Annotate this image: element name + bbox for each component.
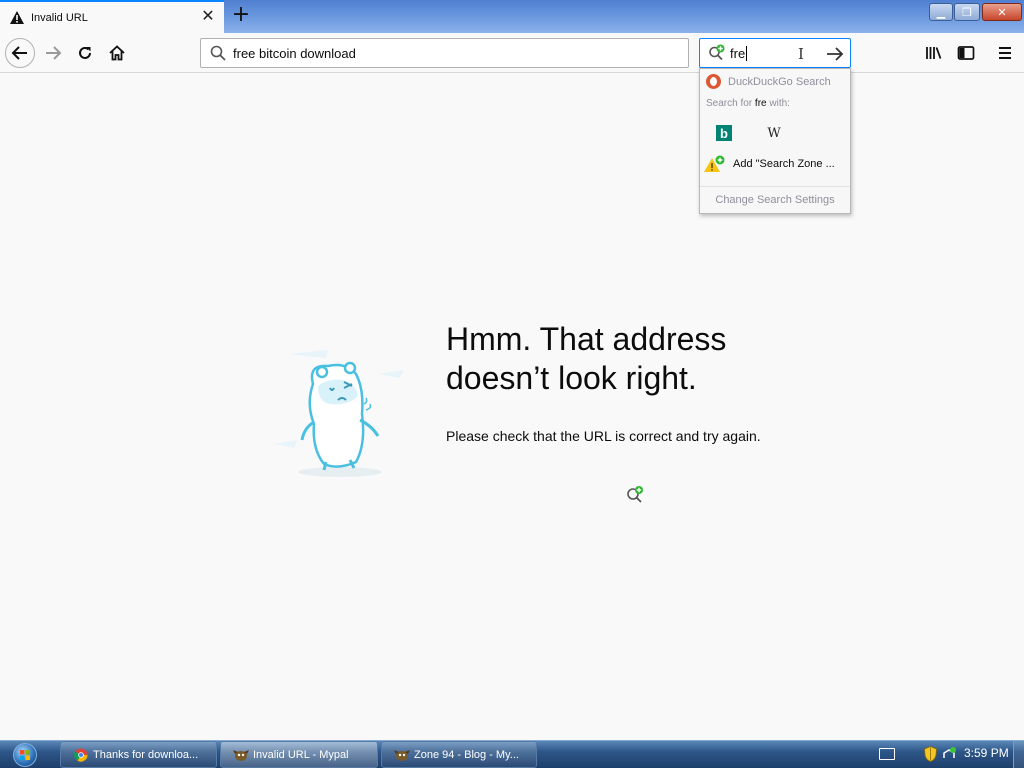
taskbar-item-chrome[interactable]: Thanks for downloa... xyxy=(60,741,217,768)
navigation-toolbar: free bitcoin download fre I xyxy=(0,33,1024,73)
search-go-button[interactable] xyxy=(826,45,844,63)
close-tab-icon[interactable]: ✕ xyxy=(201,8,215,24)
chrome-icon xyxy=(73,747,89,763)
mypal-icon xyxy=(394,747,410,763)
maximize-button[interactable]: ❐ xyxy=(954,3,980,21)
close-icon: ✕ xyxy=(997,5,1007,19)
sidebar-button[interactable] xyxy=(951,38,981,68)
reload-icon xyxy=(79,46,91,59)
text-cursor-icon: I xyxy=(798,45,804,63)
taskbar-item-label: Invalid URL - Mypal xyxy=(253,748,349,761)
clock[interactable]: 3:59 PM xyxy=(964,746,1009,760)
taskbar-item-mypal-active[interactable]: Invalid URL - Mypal xyxy=(220,741,378,768)
add-search-engine-icon xyxy=(625,484,645,504)
forward-button[interactable] xyxy=(38,38,68,68)
window-close-button[interactable]: ✕ xyxy=(982,3,1022,21)
back-button[interactable] xyxy=(5,38,35,68)
warning-icon xyxy=(9,10,25,26)
mypal-icon xyxy=(233,747,249,763)
restore-icon: ❐ xyxy=(962,5,972,19)
confused-dinosaur-illustration xyxy=(268,344,408,484)
tab-title: Invalid URL xyxy=(31,11,88,24)
taskbar-item-label: Zone 94 - Blog - My... xyxy=(414,748,519,761)
security-shield-icon[interactable] xyxy=(924,746,937,762)
home-button[interactable] xyxy=(102,38,132,68)
search-icon xyxy=(209,44,227,62)
library-icon xyxy=(926,47,942,59)
arrow-right-icon xyxy=(827,47,844,61)
search-add-engine-icon[interactable] xyxy=(707,43,727,63)
home-icon xyxy=(109,45,125,61)
tab-strip: Invalid URL ✕ + ▁ ❐ ✕ xyxy=(0,0,1024,33)
error-page: Hmm. That address doesn’t look right. Pl… xyxy=(0,74,1024,740)
taskbar-item-zone94[interactable]: Zone 94 - Blog - My... xyxy=(381,741,537,768)
taskbar-item-label: Thanks for downloa... xyxy=(93,748,199,761)
start-button[interactable] xyxy=(5,742,45,768)
keyboard-icon[interactable] xyxy=(879,748,895,760)
url-text[interactable]: free bitcoin download xyxy=(233,46,356,61)
minimize-icon: ▁ xyxy=(936,5,946,19)
search-bar[interactable]: fre I xyxy=(699,38,851,68)
back-arrow-icon xyxy=(11,46,27,60)
error-description: Please check that the URL is correct and… xyxy=(446,428,761,444)
tab-invalid-url[interactable]: Invalid URL ✕ xyxy=(0,0,224,33)
page-title: Hmm. That address doesn’t look right. xyxy=(446,321,727,396)
menu-button[interactable] xyxy=(990,38,1020,68)
minimize-button[interactable]: ▁ xyxy=(929,3,953,21)
show-desktop-button[interactable] xyxy=(1013,741,1024,768)
new-tab-button[interactable]: + xyxy=(230,4,252,27)
sidebar-icon xyxy=(957,46,975,60)
windows-logo-icon xyxy=(13,743,37,767)
url-bar[interactable]: free bitcoin download xyxy=(200,38,689,68)
reload-button[interactable] xyxy=(70,38,100,68)
forward-arrow-icon xyxy=(46,46,62,60)
taskbar: Thanks for downloa... Invalid URL - Mypa… xyxy=(0,740,1024,768)
library-button[interactable] xyxy=(919,38,949,68)
search-input[interactable]: fre xyxy=(730,45,748,61)
hamburger-icon xyxy=(999,47,1011,59)
network-icon[interactable] xyxy=(941,746,957,762)
